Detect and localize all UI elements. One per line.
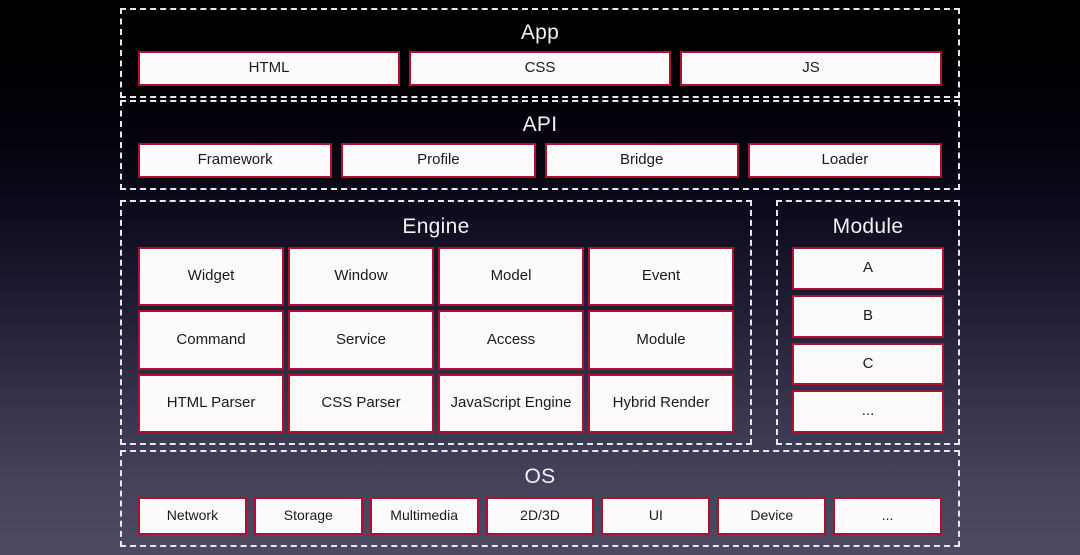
engine-item-javascript-engine[interactable]: JavaScript Engine <box>438 373 584 433</box>
engine-item-window[interactable]: Window <box>288 247 434 307</box>
layer-engine-title: Engine <box>402 215 470 238</box>
architecture-diagram-canvas: App HTML CSS JS API Framework Profile Br… <box>0 0 1080 555</box>
api-item-loader[interactable]: Loader <box>747 143 942 178</box>
api-item-bridge[interactable]: Bridge <box>544 143 739 178</box>
engine-item-model[interactable]: Model <box>438 247 584 307</box>
app-item-css[interactable]: CSS <box>409 51 671 86</box>
module-item-a[interactable]: A <box>792 247 944 290</box>
layer-os-title: OS <box>524 465 556 488</box>
api-item-profile[interactable]: Profile <box>341 143 536 178</box>
layer-api: API Framework Profile Bridge Loader <box>120 100 960 190</box>
layer-module-title: Module <box>832 215 904 238</box>
module-item-more[interactable]: ... <box>792 390 944 433</box>
layer-os: OS Network Storage Multimedia 2D/3D UI D… <box>120 450 960 547</box>
engine-item-command[interactable]: Command <box>138 310 284 370</box>
os-item-network[interactable]: Network <box>138 497 247 535</box>
engine-item-hybrid-render[interactable]: Hybrid Render <box>588 373 734 433</box>
engine-item-module[interactable]: Module <box>588 310 734 370</box>
layer-app-items: HTML CSS JS <box>138 51 942 86</box>
engine-item-service[interactable]: Service <box>288 310 434 370</box>
engine-item-css-parser[interactable]: CSS Parser <box>288 373 434 433</box>
app-item-js[interactable]: JS <box>680 51 942 86</box>
module-item-c[interactable]: C <box>792 342 944 386</box>
layer-api-title: API <box>522 113 558 136</box>
os-item-ui[interactable]: UI <box>601 497 711 535</box>
layer-app: App HTML CSS JS <box>120 8 960 98</box>
engine-item-html-parser[interactable]: HTML Parser <box>138 373 284 433</box>
app-item-html[interactable]: HTML <box>138 51 400 86</box>
engine-item-access[interactable]: Access <box>438 310 584 370</box>
layer-engine: Engine Widget Window Model Event Command… <box>120 200 752 445</box>
os-item-more[interactable]: ... <box>833 497 943 535</box>
os-item-multimedia[interactable]: Multimedia <box>369 497 479 535</box>
engine-item-widget[interactable]: Widget <box>138 247 284 307</box>
os-item-2d3d[interactable]: 2D/3D <box>485 497 595 535</box>
engine-item-event[interactable]: Event <box>588 247 734 307</box>
layer-os-items: Network Storage Multimedia 2D/3D UI Devi… <box>138 497 943 535</box>
layer-api-items: Framework Profile Bridge Loader <box>138 143 942 178</box>
os-item-device[interactable]: Device <box>717 497 827 535</box>
layer-engine-items: Widget Window Model Event Command Servic… <box>138 247 734 433</box>
module-item-b[interactable]: B <box>792 294 944 338</box>
layer-module-items: A B C ... <box>792 247 944 433</box>
api-item-framework[interactable]: Framework <box>138 143 333 178</box>
os-item-storage[interactable]: Storage <box>253 497 363 535</box>
layer-app-title: App <box>520 21 560 44</box>
layer-module: Module A B C ... <box>776 200 960 445</box>
